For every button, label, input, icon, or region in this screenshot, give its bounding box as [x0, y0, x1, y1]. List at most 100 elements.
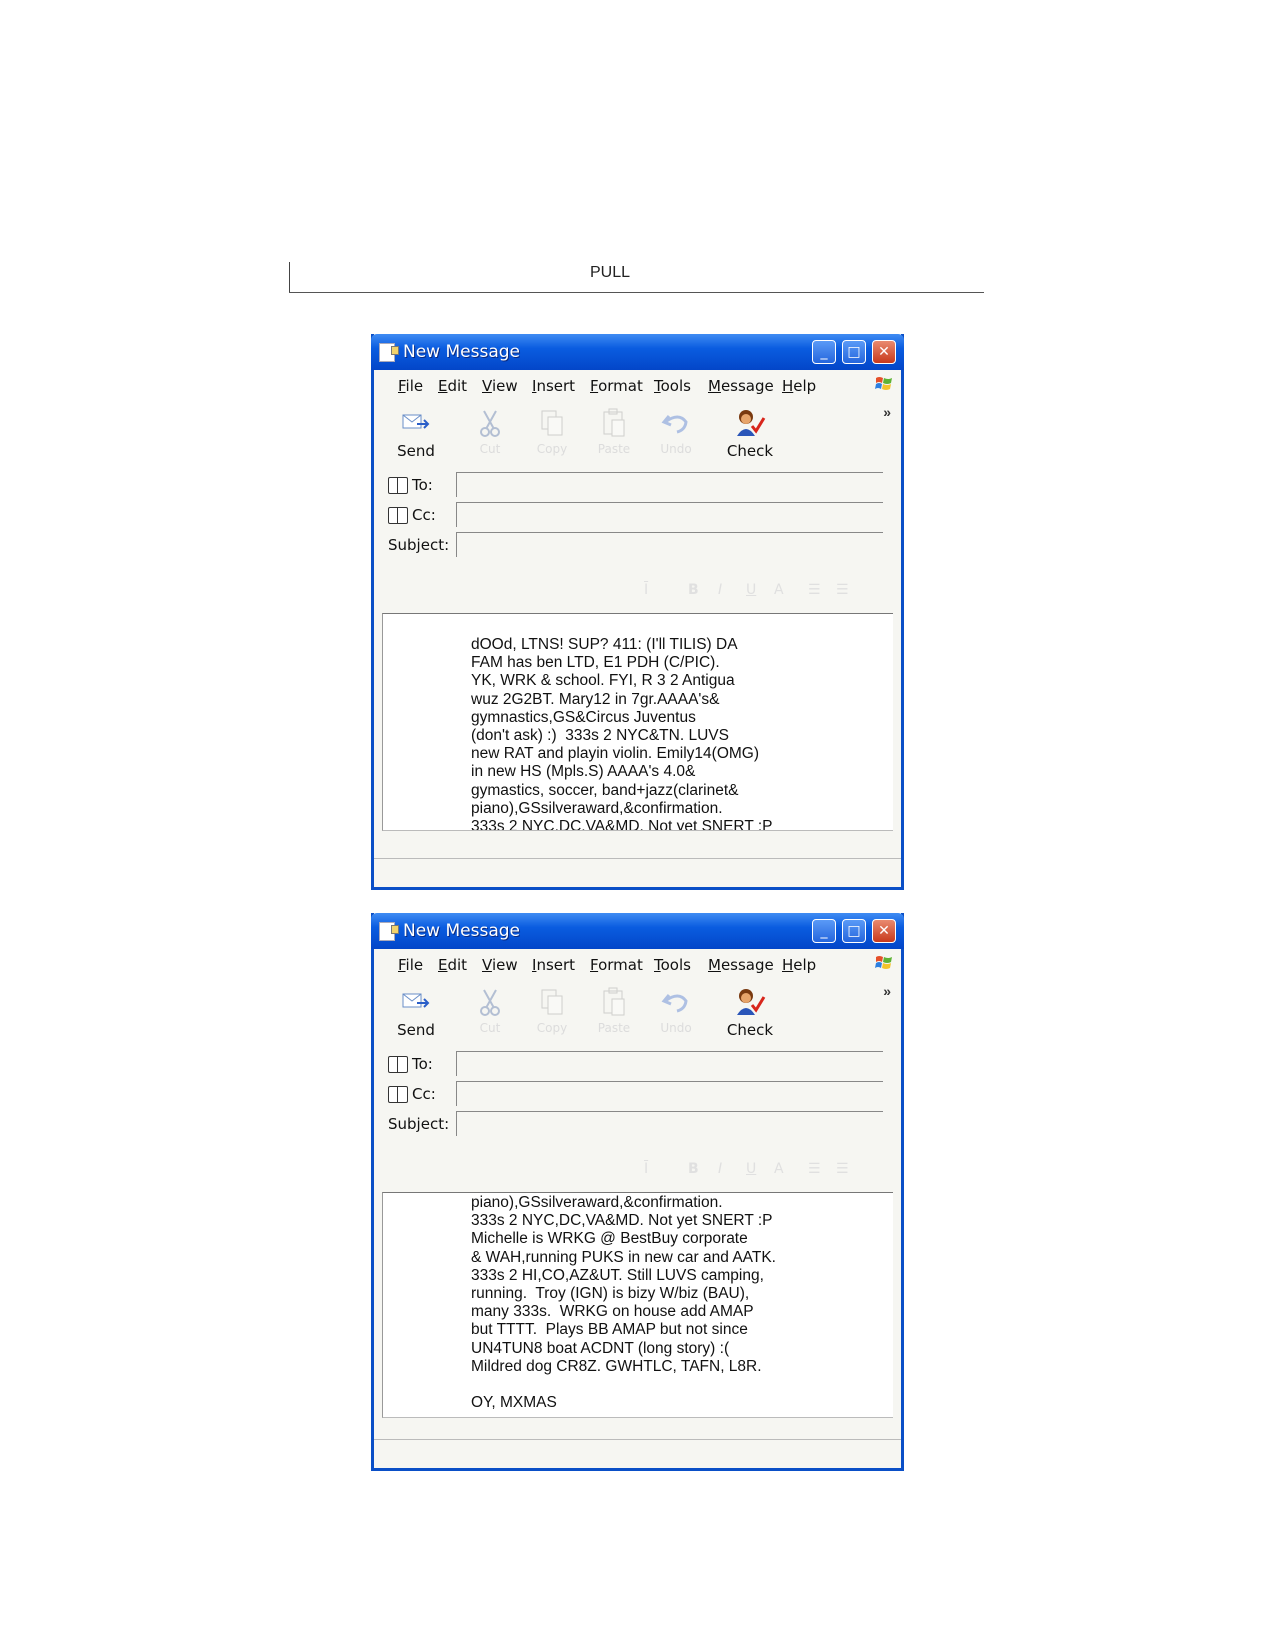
send-button[interactable]: Send	[386, 408, 446, 460]
menu-file[interactable]: File	[398, 956, 423, 974]
close-button[interactable]: ✕	[872, 340, 896, 364]
formatting-toolbar: Ī B I U A ☰ ☰	[644, 580, 874, 602]
menu-tools[interactable]: Tools	[654, 377, 691, 395]
check-names-button[interactable]: Check	[720, 408, 780, 460]
menu-edit[interactable]: Edit	[438, 956, 467, 974]
undo-icon	[661, 415, 688, 434]
menu-view[interactable]: View	[482, 377, 518, 395]
copy-label: Copy	[536, 442, 568, 456]
send-icon	[402, 414, 430, 429]
toolbar: Send Cut Copy Paste Undo Check	[374, 979, 901, 1049]
new-message-icon	[379, 343, 399, 362]
cc-row: Cc:	[384, 1081, 883, 1107]
new-message-icon	[379, 922, 399, 941]
minimize-button[interactable]: _	[812, 919, 836, 943]
cc-label-group[interactable]: Cc:	[388, 506, 436, 524]
check-names-button[interactable]: Check	[720, 987, 780, 1039]
message-body[interactable]: piano),GSsilveraward,&confirmation. 333s…	[382, 1192, 893, 1418]
undo-label: Undo	[660, 1021, 692, 1035]
undo-button[interactable]: Undo	[646, 987, 706, 1035]
menu-file[interactable]: File	[398, 377, 423, 395]
cut-button[interactable]: Cut	[460, 408, 520, 456]
copy-button[interactable]: Copy	[522, 987, 582, 1035]
italic-icon[interactable]: I	[718, 1161, 722, 1177]
menu-edit[interactable]: Edit	[438, 377, 467, 395]
numbered-list-icon[interactable]: ☰	[808, 582, 821, 598]
menu-help[interactable]: Help	[782, 956, 816, 974]
italic-icon[interactable]: I	[718, 582, 722, 598]
paste-icon	[603, 408, 625, 437]
menu-tools[interactable]: Tools	[654, 956, 691, 974]
status-bar	[374, 1439, 901, 1468]
menu-format[interactable]: Format	[590, 956, 643, 974]
subject-field[interactable]	[456, 1111, 883, 1136]
scissors-icon	[480, 989, 500, 1016]
paste-label: Paste	[597, 442, 631, 456]
menu-insert[interactable]: Insert	[532, 377, 575, 395]
maximize-button[interactable]: □	[842, 340, 866, 364]
copy-button[interactable]: Copy	[522, 408, 582, 456]
subject-label: Subject:	[388, 536, 450, 554]
message-body-text: dOOd, LTNS! SUP? 411: (I'll TILIS) DA FA…	[471, 636, 773, 831]
bold-icon[interactable]: B	[688, 1161, 699, 1177]
underline-icon[interactable]: U	[746, 582, 756, 598]
font-color-icon[interactable]: A	[774, 1161, 784, 1177]
paste-button[interactable]: Paste	[584, 987, 644, 1035]
minimize-button[interactable]: _	[812, 340, 836, 364]
title-bar[interactable]: New Message _ □ ✕	[371, 913, 904, 949]
paragraph-style-icon[interactable]: Ī	[644, 582, 648, 598]
menu-bar: File Edit View Insert Format Tools Messa…	[374, 949, 901, 999]
subject-field[interactable]	[456, 532, 883, 557]
menu-bar: File Edit View Insert Format Tools Messa…	[374, 370, 901, 420]
windows-flag-icon	[875, 377, 892, 390]
window-title: New Message	[403, 342, 520, 362]
to-row: To:	[384, 1051, 883, 1077]
copy-icon	[541, 410, 563, 436]
copy-label: Copy	[536, 1021, 568, 1035]
window-title: New Message	[403, 921, 520, 941]
undo-label: Undo	[660, 442, 692, 456]
check-label: Check	[726, 442, 774, 460]
copy-icon	[541, 989, 563, 1015]
toolbar: Send Cut Copy Paste Undo Check	[374, 400, 901, 470]
subject-label: Subject:	[388, 1115, 450, 1133]
numbered-list-icon[interactable]: ☰	[808, 1161, 821, 1177]
cc-field[interactable]	[456, 502, 883, 527]
to-label-group[interactable]: To:	[388, 1055, 433, 1073]
message-body[interactable]: dOOd, LTNS! SUP? 411: (I'll TILIS) DA FA…	[382, 613, 893, 831]
to-field[interactable]	[456, 1051, 883, 1076]
maximize-button[interactable]: □	[842, 919, 866, 943]
cut-button[interactable]: Cut	[460, 987, 520, 1035]
menu-format[interactable]: Format	[590, 377, 643, 395]
bold-icon[interactable]: B	[688, 582, 699, 598]
paste-button[interactable]: Paste	[584, 408, 644, 456]
cc-field[interactable]	[456, 1081, 883, 1106]
font-color-icon[interactable]: A	[774, 582, 784, 598]
underline-icon[interactable]: U	[746, 1161, 756, 1177]
address-book-icon	[388, 1085, 408, 1103]
address-book-icon	[388, 476, 408, 494]
check-names-icon	[737, 989, 766, 1015]
subject-row: Subject:	[384, 532, 883, 558]
paragraph-style-icon[interactable]: Ī	[644, 1161, 648, 1177]
to-label: To:	[412, 1055, 433, 1073]
menu-view[interactable]: View	[482, 956, 518, 974]
undo-icon	[661, 994, 688, 1013]
windows-flag-icon	[875, 956, 892, 969]
new-message-window-2: New Message _ □ ✕ File Edit View Insert …	[371, 913, 904, 1471]
cc-label: Cc:	[412, 1085, 436, 1103]
title-bar[interactable]: New Message _ □ ✕	[371, 334, 904, 370]
menu-insert[interactable]: Insert	[532, 956, 575, 974]
to-field[interactable]	[456, 472, 883, 497]
to-label-group[interactable]: To:	[388, 476, 433, 494]
bullet-list-icon[interactable]: ☰	[836, 1161, 849, 1177]
bullet-list-icon[interactable]: ☰	[836, 582, 849, 598]
close-button[interactable]: ✕	[872, 919, 896, 943]
cc-label-group[interactable]: Cc:	[388, 1085, 436, 1103]
undo-button[interactable]: Undo	[646, 408, 706, 456]
send-button[interactable]: Send	[386, 987, 446, 1039]
menu-help[interactable]: Help	[782, 377, 816, 395]
send-label: Send	[397, 442, 435, 460]
menu-message[interactable]: Message	[708, 956, 774, 974]
menu-message[interactable]: Message	[708, 377, 774, 395]
